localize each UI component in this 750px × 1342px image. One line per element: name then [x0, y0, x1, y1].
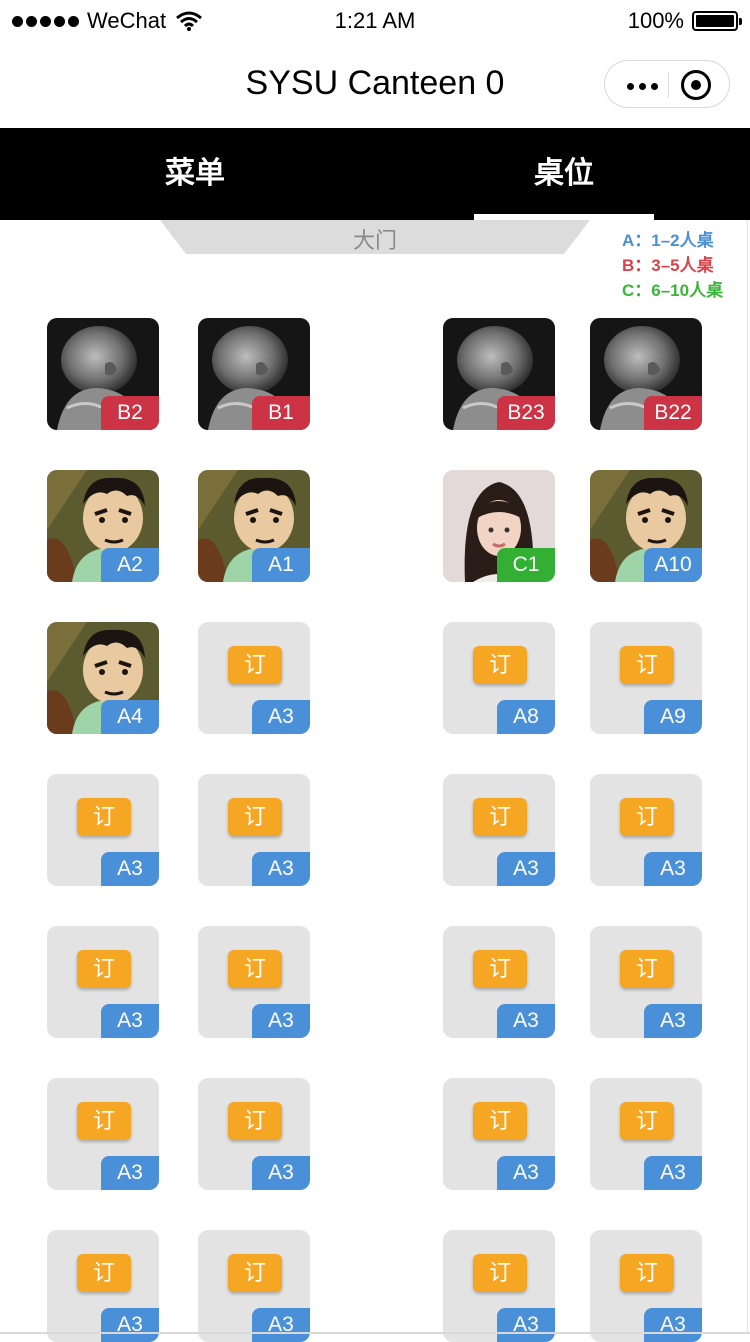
book-table-button[interactable]: 订 — [473, 1254, 527, 1292]
table-label: A3 — [497, 1156, 555, 1190]
table-seat[interactable]: 订 A3 — [47, 926, 159, 1038]
table-seat[interactable]: 订 A8 — [443, 622, 555, 734]
table-seat[interactable]: 订 A3 — [590, 1078, 702, 1190]
table-label: A2 — [101, 548, 159, 582]
book-table-button[interactable]: 订 — [620, 646, 674, 684]
table-seat[interactable]: B23 — [443, 318, 555, 430]
table-label: B23 — [497, 396, 555, 430]
table-seat[interactable]: B2 — [47, 318, 159, 430]
status-bar: WeChat 1:21 AM 100% — [0, 0, 750, 44]
table-label: A3 — [644, 1308, 702, 1342]
table-seat[interactable]: 订 A3 — [443, 1230, 555, 1342]
table-seat[interactable]: 订 A3 — [198, 926, 310, 1038]
book-table-button[interactable]: 订 — [473, 798, 527, 836]
book-table-button[interactable]: 订 — [620, 1102, 674, 1140]
table-seat[interactable]: 订 A3 — [198, 1078, 310, 1190]
table-seat[interactable]: 订 A3 — [198, 1230, 310, 1342]
table-seat[interactable]: 订 A3 — [443, 926, 555, 1038]
table-label: A4 — [101, 700, 159, 734]
book-table-button[interactable]: 订 — [228, 1254, 282, 1292]
book-table-button[interactable]: 订 — [228, 1102, 282, 1140]
scroll-divider — [747, 220, 748, 1334]
book-table-button[interactable]: 订 — [620, 798, 674, 836]
more-options-icon[interactable] — [627, 83, 658, 90]
book-table-button[interactable]: 订 — [228, 646, 282, 684]
battery-icon — [692, 11, 742, 31]
book-table-button[interactable]: 订 — [473, 1102, 527, 1140]
table-label: A3 — [101, 1308, 159, 1342]
table-label: B22 — [644, 396, 702, 430]
book-table-button[interactable]: 订 — [77, 1254, 131, 1292]
legend-item-a: A：1–2人桌 — [622, 231, 714, 250]
table-label: A3 — [101, 1156, 159, 1190]
table-label: B2 — [101, 396, 159, 430]
table-label: A10 — [644, 548, 702, 582]
tab-tables[interactable]: 桌位 — [474, 128, 654, 220]
table-seat[interactable]: 订 A3 — [443, 774, 555, 886]
table-seat[interactable]: A10 — [590, 470, 702, 582]
table-label: A8 — [497, 700, 555, 734]
table-seat[interactable]: 订 A3 — [198, 774, 310, 886]
book-table-button[interactable]: 订 — [228, 798, 282, 836]
book-table-button[interactable]: 订 — [473, 646, 527, 684]
table-label: A3 — [644, 1156, 702, 1190]
table-seat[interactable]: B1 — [198, 318, 310, 430]
door-label: 大门 — [352, 228, 397, 253]
book-table-button[interactable]: 订 — [620, 950, 674, 988]
table-seat[interactable]: 订 A3 — [47, 774, 159, 886]
close-miniprogram-icon[interactable] — [681, 70, 711, 100]
table-label: A3 — [101, 1004, 159, 1038]
book-table-button[interactable]: 订 — [228, 950, 282, 988]
table-seat[interactable]: A1 — [198, 470, 310, 582]
book-table-button[interactable]: 订 — [77, 798, 131, 836]
table-seat[interactable]: 订 A9 — [590, 622, 702, 734]
table-label: C1 — [497, 548, 555, 582]
book-table-button[interactable]: 订 — [620, 1254, 674, 1292]
table-size-legend: A：1–2人桌 B：3–5人桌 C：6–10人桌 — [622, 228, 723, 303]
table-seat[interactable]: 订 A3 — [47, 1078, 159, 1190]
capsule-divider — [668, 72, 669, 98]
table-seat[interactable]: 订 A3 — [47, 1230, 159, 1342]
table-seat[interactable]: 订 A3 — [590, 926, 702, 1038]
battery-percent: 100% — [627, 8, 684, 33]
table-seat[interactable]: A4 — [47, 622, 159, 734]
table-seat[interactable]: 订 A3 — [590, 774, 702, 886]
table-label: A3 — [252, 852, 310, 886]
table-label: A3 — [644, 852, 702, 886]
table-label: A3 — [497, 852, 555, 886]
table-label: A3 — [497, 1004, 555, 1038]
table-seat[interactable]: C1 — [443, 470, 555, 582]
entrance-door: 大门 — [160, 220, 590, 254]
legend-item-b: B：3–5人桌 — [622, 256, 714, 275]
table-seat[interactable]: A2 — [47, 470, 159, 582]
table-label: B1 — [252, 396, 310, 430]
table-label: A3 — [252, 1156, 310, 1190]
table-label: A9 — [644, 700, 702, 734]
mini-program-capsule — [604, 60, 730, 108]
table-seat[interactable]: B22 — [590, 318, 702, 430]
table-label: A3 — [101, 852, 159, 886]
battery-status: 100% — [627, 8, 742, 34]
book-table-button[interactable]: 订 — [473, 950, 527, 988]
table-label: A3 — [252, 1308, 310, 1342]
navigation-bar: SYSU Canteen 0 — [0, 44, 750, 128]
table-seat[interactable]: 订 A3 — [198, 622, 310, 734]
book-table-button[interactable]: 订 — [77, 950, 131, 988]
legend-item-c: C：6–10人桌 — [622, 281, 724, 300]
table-seat[interactable]: 订 A3 — [443, 1078, 555, 1190]
table-label: A3 — [497, 1308, 555, 1342]
table-label: A1 — [252, 548, 310, 582]
table-seat[interactable]: 订 A3 — [590, 1230, 702, 1342]
tab-menu[interactable]: 菜单 — [105, 128, 285, 220]
table-label: A3 — [252, 1004, 310, 1038]
table-label: A3 — [252, 700, 310, 734]
book-table-button[interactable]: 订 — [77, 1102, 131, 1140]
table-label: A3 — [644, 1004, 702, 1038]
tab-bar: 菜单 桌位 — [0, 128, 750, 220]
